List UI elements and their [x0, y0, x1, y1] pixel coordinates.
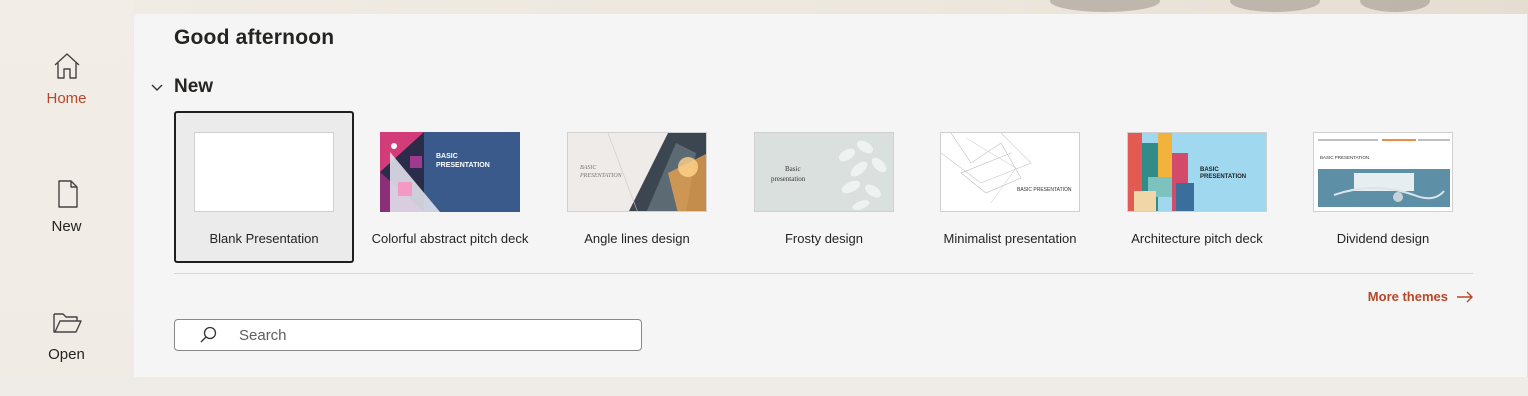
svg-text:BASIC PRESENTATION: BASIC PRESENTATION	[1017, 187, 1072, 193]
template-thumbnail: BASIC PRESENTATION	[1127, 132, 1267, 212]
svg-text:PRESENTATION: PRESENTATION	[436, 162, 490, 169]
chevron-down-icon	[151, 84, 163, 91]
template-label: Blank Presentation	[209, 231, 319, 246]
greeting-heading: Good afternoon	[174, 26, 335, 49]
search-box[interactable]	[174, 319, 642, 351]
svg-text:BASIC: BASIC	[580, 165, 597, 171]
nav-label-open: Open	[48, 346, 85, 363]
template-minimalist[interactable]: BASIC PRESENTATION Minimalist presentati…	[920, 111, 1100, 263]
search-icon	[200, 326, 217, 343]
template-architecture[interactable]: BASIC PRESENTATION Architecture pitch de…	[1107, 111, 1287, 263]
svg-text:BASIC: BASIC	[1200, 167, 1219, 173]
nav-item-open[interactable]: Open	[0, 306, 133, 396]
nav-label-home: Home	[46, 90, 87, 107]
nav-item-home[interactable]: Home	[0, 50, 133, 140]
angle-lines-artwork: BASIC PRESENTATION	[568, 133, 706, 211]
left-navigation: Home New Open	[0, 0, 133, 377]
more-themes-link[interactable]: More themes	[1368, 289, 1474, 304]
template-label: Colorful abstract pitch deck	[371, 231, 529, 246]
section-title: New	[174, 76, 214, 97]
new-section-toggle[interactable]: New	[150, 74, 213, 100]
home-icon	[54, 53, 79, 79]
template-label: Angle lines design	[584, 231, 690, 246]
frosty-artwork: Basic presentation	[755, 133, 893, 211]
template-gallery: Blank Presentation BASIC PRESENTATION Co…	[174, 111, 1474, 263]
template-thumbnail: Basic presentation	[754, 132, 894, 212]
more-themes-label: More themes	[1367, 289, 1448, 304]
template-frosty[interactable]: Basic presentation Frosty design	[734, 111, 914, 263]
svg-text:presentation: presentation	[771, 175, 806, 183]
svg-text:PRESENTATION: PRESENTATION	[579, 173, 623, 179]
minimalist-artwork: BASIC PRESENTATION	[941, 133, 1079, 211]
new-document-icon	[57, 180, 78, 208]
template-angle-lines[interactable]: BASIC PRESENTATION Angle lines design	[547, 111, 727, 263]
template-thumbnail	[194, 132, 334, 212]
template-colorful-abstract[interactable]: BASIC PRESENTATION Colorful abstract pit…	[360, 111, 540, 263]
svg-text:BASIC PRESENTATION: BASIC PRESENTATION	[1320, 155, 1369, 160]
template-dividend[interactable]: BASIC PRESENTATION Dividend design	[1293, 111, 1473, 263]
template-thumbnail: BASIC PRESENTATION	[940, 132, 1080, 212]
search-input[interactable]	[237, 325, 621, 345]
template-label: Architecture pitch deck	[1131, 231, 1263, 246]
architecture-artwork: BASIC PRESENTATION	[1128, 133, 1266, 211]
template-label: Minimalist presentation	[943, 231, 1077, 246]
template-label: Frosty design	[784, 231, 864, 246]
template-label: Dividend design	[1336, 231, 1430, 246]
dividend-artwork: BASIC PRESENTATION	[1314, 133, 1452, 211]
nav-label-new: New	[51, 218, 82, 235]
svg-text:PRESENTATION: PRESENTATION	[1200, 174, 1246, 180]
open-folder-icon	[52, 313, 82, 333]
colorful-abstract-artwork: BASIC PRESENTATION	[380, 132, 520, 212]
svg-text:Basic: Basic	[785, 165, 801, 173]
nav-item-new[interactable]: New	[0, 178, 133, 268]
home-panel: Good afternoon New Blank Presentation BA…	[134, 14, 1528, 377]
section-divider	[174, 273, 1473, 274]
template-blank-presentation[interactable]: Blank Presentation	[174, 111, 354, 263]
svg-text:BASIC: BASIC	[436, 153, 458, 160]
arrow-right-icon	[1457, 291, 1473, 302]
template-thumbnail: BASIC PRESENTATION	[567, 132, 707, 212]
template-thumbnail: BASIC PRESENTATION	[380, 132, 520, 212]
template-thumbnail: BASIC PRESENTATION	[1313, 132, 1453, 212]
